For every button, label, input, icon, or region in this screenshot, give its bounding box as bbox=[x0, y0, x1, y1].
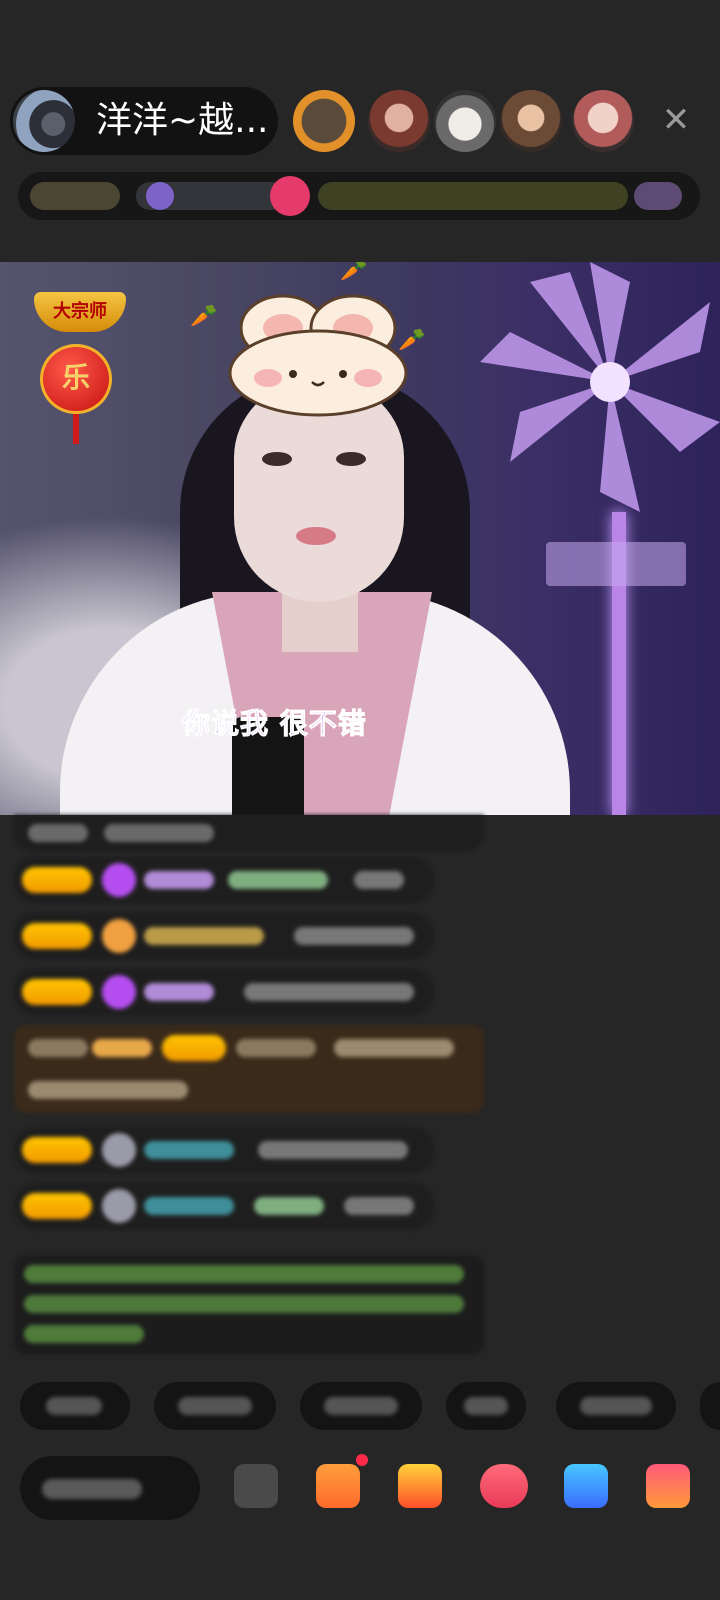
avatar bbox=[102, 1189, 136, 1223]
light-sign bbox=[546, 542, 686, 586]
room-info-strip[interactable] bbox=[18, 172, 700, 220]
quick-reply-pill[interactable] bbox=[20, 1382, 130, 1430]
gift-box-icon[interactable] bbox=[316, 1464, 360, 1508]
host-avatar[interactable] bbox=[13, 90, 75, 152]
streamer-eye bbox=[336, 452, 366, 466]
viewer-avatar[interactable] bbox=[500, 90, 562, 152]
quick-reply-pill[interactable] bbox=[154, 1382, 276, 1430]
lantern-icon[interactable]: 乐 bbox=[40, 344, 112, 414]
diamond-icon bbox=[102, 975, 136, 1009]
quick-reply-bar[interactable] bbox=[0, 1382, 720, 1432]
video-stream[interactable]: 🥕 🥕 🥕 大宗师 乐 你说我 很不错 bbox=[0, 262, 720, 815]
carrot-icon: 🥕 bbox=[398, 328, 426, 353]
gift-icon[interactable] bbox=[270, 176, 310, 216]
carrot-icon: 🥕 bbox=[340, 262, 368, 283]
viewer-avatar[interactable] bbox=[572, 90, 634, 152]
announcement-chip[interactable] bbox=[318, 182, 628, 210]
carrot-icon: 🥕 bbox=[190, 304, 218, 329]
bottom-toolbar bbox=[0, 1450, 720, 1534]
badge-icon bbox=[102, 919, 136, 953]
chat-message[interactable] bbox=[14, 1183, 434, 1229]
gift-icon[interactable] bbox=[646, 1464, 690, 1508]
top-bar: 洋洋~越... ✕ bbox=[0, 82, 720, 162]
lyrics-subtitle: 你说我 很不错 bbox=[182, 707, 367, 741]
fans-icon bbox=[146, 182, 174, 210]
close-icon[interactable]: ✕ bbox=[656, 100, 696, 140]
emoji-icon[interactable] bbox=[234, 1464, 278, 1508]
host-info[interactable]: 洋洋~越... bbox=[10, 87, 278, 155]
viewer-avatar[interactable] bbox=[293, 90, 355, 152]
quick-reply-pill[interactable] bbox=[556, 1382, 676, 1430]
viewer-avatar[interactable] bbox=[368, 90, 430, 152]
chat-message[interactable] bbox=[14, 969, 434, 1015]
controller-icon[interactable] bbox=[564, 1464, 608, 1508]
activity-chip[interactable] bbox=[634, 182, 682, 210]
rank-chip[interactable] bbox=[30, 182, 120, 210]
notification-dot bbox=[356, 1454, 368, 1466]
lantern-tassel bbox=[73, 414, 79, 444]
chat-message[interactable] bbox=[14, 913, 434, 959]
viewer-avatar[interactable] bbox=[434, 90, 496, 152]
pinwheel-decoration bbox=[480, 262, 720, 512]
quick-reply-pill[interactable] bbox=[300, 1382, 422, 1430]
chat-message[interactable] bbox=[14, 857, 434, 903]
streamer-lips bbox=[296, 527, 336, 545]
red-packet-icon[interactable] bbox=[398, 1464, 442, 1508]
quick-reply-pill[interactable] bbox=[446, 1382, 526, 1430]
chat-message[interactable] bbox=[14, 1127, 434, 1173]
chat-message-highlight[interactable] bbox=[14, 1025, 484, 1113]
system-notice bbox=[14, 1255, 484, 1355]
streamer-eye bbox=[262, 452, 292, 466]
game-icon[interactable] bbox=[480, 1464, 528, 1508]
quick-reply-pill[interactable] bbox=[700, 1382, 720, 1430]
bunny-sticker bbox=[228, 294, 408, 417]
avatar bbox=[102, 1133, 136, 1167]
chat-input[interactable] bbox=[20, 1456, 200, 1520]
host-name[interactable]: 洋洋~越... bbox=[96, 99, 269, 143]
chat-message[interactable] bbox=[14, 815, 484, 851]
diamond-icon bbox=[102, 863, 136, 897]
